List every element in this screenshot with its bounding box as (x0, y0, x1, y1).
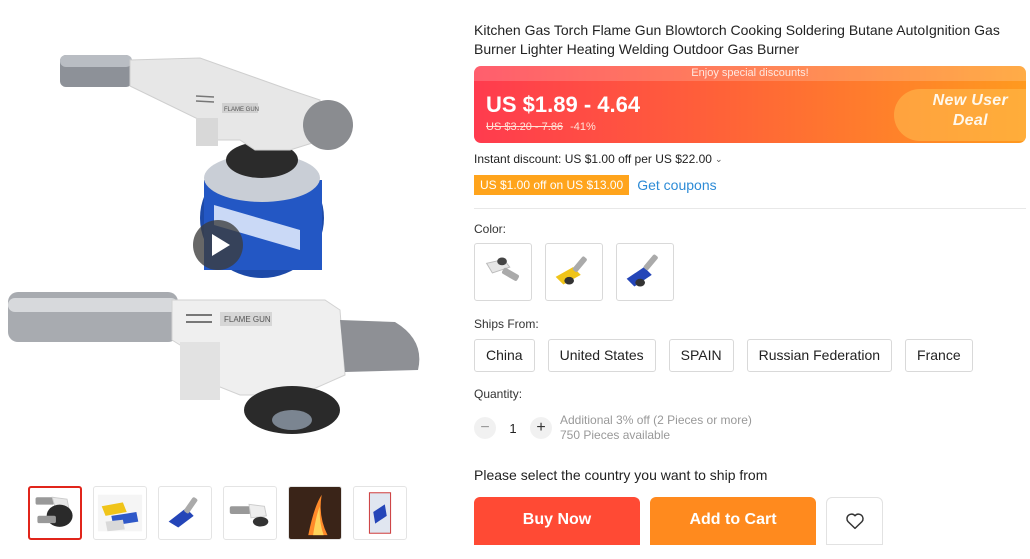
quantity-discount-note: Additional 3% off (2 Pieces or more) (560, 413, 752, 427)
ships-from-label: Ships From: (474, 317, 539, 331)
thumb-packaged-icon (368, 492, 392, 534)
product-details: Kitchen Gas Torch Flame Gun Blowtorch Co… (474, 0, 1026, 545)
color-option-white[interactable] (474, 243, 532, 301)
ship-option-france[interactable]: France (905, 339, 973, 372)
get-coupons-link[interactable]: Get coupons (637, 177, 716, 193)
action-buttons: Buy Now Add to Cart (474, 497, 1026, 545)
torch-label-text-bottom: FLAME GUN (224, 315, 271, 324)
discount-percent: -41% (570, 121, 596, 133)
thumb-white-torch-icon (35, 496, 73, 527)
coupon-row: US $1.00 off on US $13.00 Get coupons (474, 174, 1026, 196)
color-options (474, 243, 1026, 301)
thumbnail-4[interactable] (223, 486, 277, 540)
thumb-yellow-set-icon (97, 494, 143, 532)
torch-label-text: FLAME GUN (224, 107, 259, 113)
quantity-increase-button[interactable]: + (530, 417, 552, 439)
ship-option-spain[interactable]: SPAIN (668, 339, 734, 372)
thumbnail-1[interactable] (28, 486, 82, 540)
badge-line2: Deal (952, 112, 988, 129)
ship-option-china[interactable]: China (474, 339, 535, 372)
thumb-flame-photo-icon (289, 487, 341, 539)
ship-option-united-states[interactable]: United States (547, 339, 656, 372)
original-price: US $3.20 - 7.86 (486, 121, 564, 133)
thumbnail-6[interactable] (353, 486, 407, 540)
color-option-blue[interactable] (616, 243, 674, 301)
quantity-value[interactable]: 1 (496, 421, 530, 436)
white-torch-icon (485, 257, 519, 281)
ship-option-russian-federation[interactable]: Russian Federation (746, 339, 893, 372)
yellow-torch-icon (555, 256, 587, 285)
quantity-decrease-button[interactable]: − (474, 417, 496, 439)
thumb-blue-torch-icon (168, 497, 198, 528)
price-banner: Enjoy special discounts! US $1.89 - 4.64… (474, 66, 1026, 143)
product-main-image[interactable]: FLAME GUN FLAME GUN (0, 0, 440, 470)
banner-top-text: Enjoy special discounts! (474, 66, 1026, 81)
divider (474, 208, 1026, 209)
quantity-label: Quantity: (474, 387, 523, 401)
chevron-down-icon: ⌄ (714, 154, 723, 164)
thumb-white-torch-side-icon (229, 503, 269, 527)
new-user-deal-badge: New User Deal (888, 81, 1026, 143)
product-title: Kitchen Gas Torch Flame Gun Blowtorch Co… (474, 22, 1000, 57)
color-option-yellow[interactable] (545, 243, 603, 301)
sale-price: US $1.89 - 4.64 (486, 92, 641, 117)
instant-discount-text: Instant discount: US $1.00 off per US $2… (474, 152, 712, 166)
blue-torch-icon (626, 254, 658, 287)
shipping-message: Please select the country you want to sh… (474, 467, 768, 483)
instant-discount[interactable]: Instant discount: US $1.00 off per US $2… (474, 152, 1026, 166)
thumbnail-5[interactable] (288, 486, 342, 540)
heart-icon (845, 513, 864, 530)
coupon-tag: US $1.00 off on US $13.00 (474, 175, 630, 195)
video-play-button[interactable] (193, 220, 243, 270)
original-price-line: US $3.20 - 7.86 -41% (486, 121, 596, 133)
buy-now-button[interactable]: Buy Now (474, 497, 640, 545)
thumbnail-2[interactable] (93, 486, 147, 540)
quantity-stepper: − 1 + Additional 3% off (2 Pieces or mor… (474, 413, 1026, 443)
badge-line1: New User (932, 92, 1008, 109)
add-to-cart-button[interactable]: Add to Cart (650, 497, 816, 545)
thumbnail-3[interactable] (158, 486, 212, 540)
thumbnail-strip (28, 486, 407, 540)
wishlist-button[interactable] (826, 497, 883, 545)
ships-from-options: China United States SPAIN Russian Federa… (474, 339, 1026, 372)
color-label: Color: (474, 222, 507, 236)
stock-available: 750 Pieces available (560, 428, 671, 442)
quantity-info: Additional 3% off (2 Pieces or more) 750… (560, 413, 752, 443)
